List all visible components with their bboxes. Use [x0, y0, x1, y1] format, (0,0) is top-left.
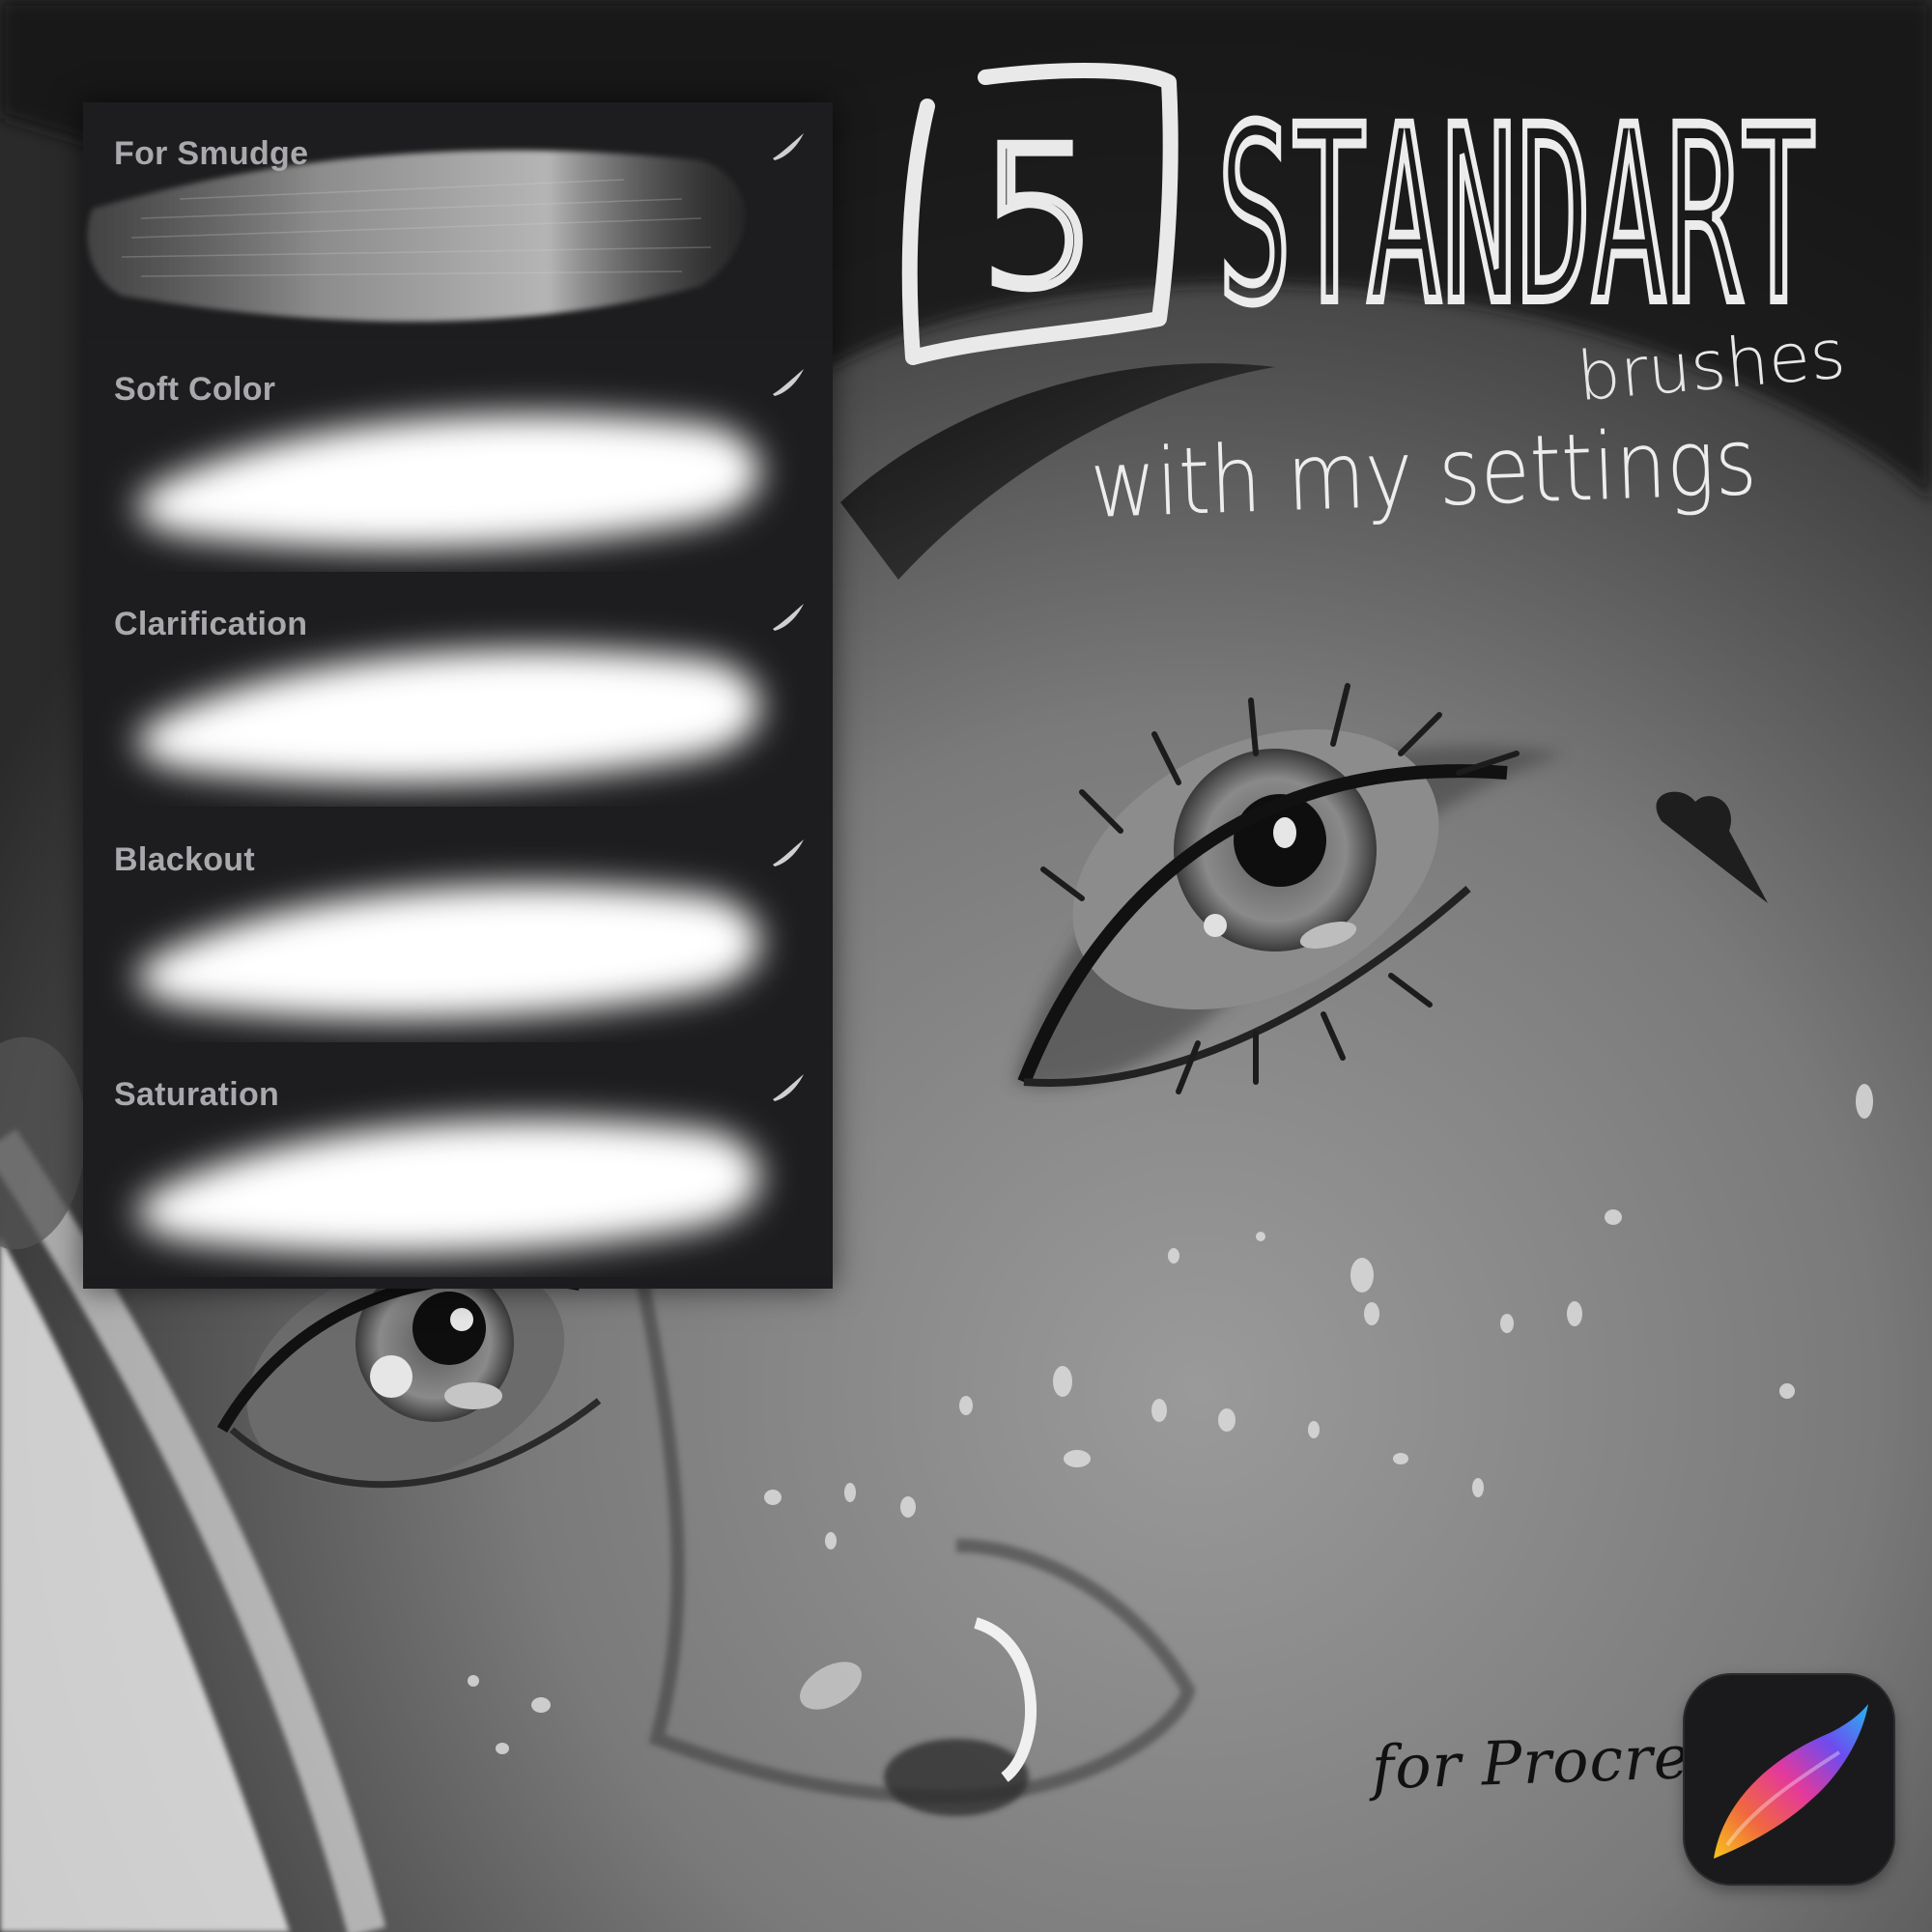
title-count: 5: [977, 106, 1099, 331]
brush-name: For Smudge: [114, 135, 309, 172]
brush-tip-icon: [773, 368, 804, 396]
procreate-brush-icon: [1714, 1704, 1868, 1859]
brush-name: Saturation: [114, 1076, 280, 1113]
title-headline: STANDART: [1217, 75, 1816, 356]
brush-name: Clarification: [114, 606, 308, 642]
brush-tip-icon: [773, 838, 804, 867]
brush-name: Soft Color: [114, 370, 276, 408]
brush-tip-icon: [773, 1074, 804, 1101]
brush-tip-icon: [773, 604, 804, 631]
procreate-app-icon: [1685, 1675, 1893, 1884]
title-tagline: with my settings: [1089, 408, 1758, 539]
brush-tip-icon: [773, 133, 804, 160]
title-lettering: 5 STANDART brushes with my settings: [901, 63, 1848, 539]
brush-name: Blackout: [114, 840, 255, 878]
